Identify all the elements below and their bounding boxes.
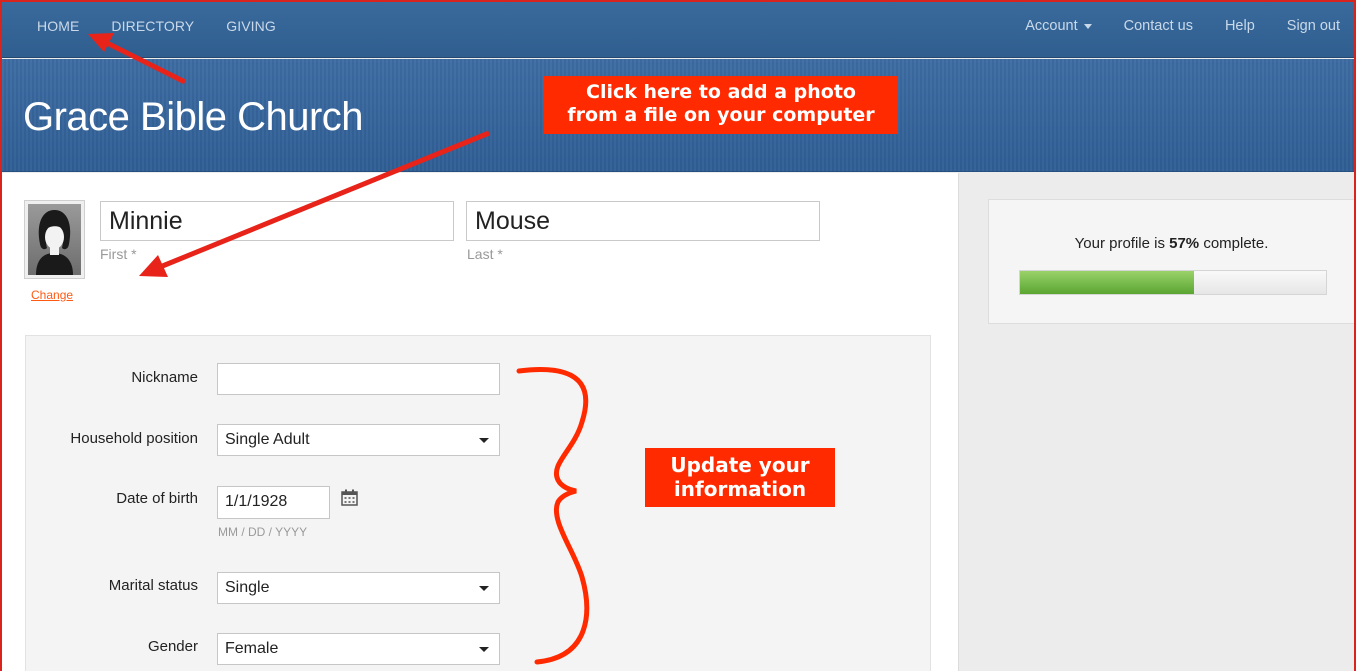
nav-signout[interactable]: Sign out [1287, 18, 1340, 34]
nav-directory[interactable]: DIRECTORY [111, 18, 194, 34]
nav-giving[interactable]: GIVING [226, 18, 276, 34]
avatar-silhouette-icon [28, 204, 81, 275]
chevron-down-icon [1083, 23, 1092, 29]
avatar[interactable] [24, 200, 85, 279]
callout-update-line2: information [673, 477, 807, 501]
nav-home[interactable]: HOME [37, 18, 79, 34]
nickname-input[interactable] [217, 363, 500, 395]
nav-account-menu[interactable]: Account [1025, 18, 1092, 34]
callout-add-photo: Click here to add a photo from a file on… [544, 76, 898, 134]
gender-label: Gender [147, 638, 198, 655]
nav-account-label: Account [1025, 18, 1078, 34]
dropdown-caret-icon [479, 586, 489, 591]
profile-progress-bar [1019, 270, 1327, 295]
completeness-percent: 57% [1169, 235, 1200, 252]
household-label: Household position [70, 430, 198, 447]
callout-photo-line2: from a file on your computer [567, 103, 875, 126]
nav-help[interactable]: Help [1225, 18, 1255, 34]
marital-label: Marital status [108, 577, 198, 594]
last-name-input[interactable]: Mouse [466, 201, 820, 241]
profile-progress-fill [1020, 271, 1195, 294]
dropdown-caret-icon [479, 438, 489, 443]
calendar-icon[interactable] [341, 489, 358, 506]
callout-update-info: Update your information [645, 448, 835, 507]
completeness-prefix: Your profile is [1074, 235, 1170, 252]
gender-select[interactable]: Female [217, 633, 500, 665]
profile-completeness-text: Your profile is 57% complete. [989, 235, 1354, 252]
page-frame: HOME DIRECTORY GIVING Account Contact us… [0, 0, 1356, 671]
first-name-input[interactable]: Minnie [100, 201, 454, 241]
change-photo-link[interactable]: Change [31, 288, 73, 302]
marital-select[interactable]: Single [217, 572, 500, 604]
dob-label: Date of birth [116, 490, 198, 507]
nav-contact[interactable]: Contact us [1124, 18, 1193, 34]
church-title: Grace Bible Church [23, 95, 364, 139]
marital-value: Single [225, 579, 270, 596]
dob-format-hint: MM / DD / YYYY [218, 525, 308, 539]
callout-update-line1: Update your [670, 453, 810, 477]
last-name-hint: Last * [467, 246, 503, 262]
first-name-hint: First * [100, 246, 137, 262]
callout-photo-line1: Click here to add a photo [586, 81, 856, 103]
profile-completeness-box: Your profile is 57% complete. [988, 199, 1354, 324]
gender-value: Female [225, 640, 279, 657]
dropdown-caret-icon [479, 647, 489, 652]
nickname-label: Nickname [131, 369, 198, 386]
dob-input[interactable]: 1/1/1928 [217, 486, 330, 519]
completeness-suffix: complete. [1199, 235, 1269, 252]
household-select[interactable]: Single Adult [217, 424, 500, 456]
top-navbar: HOME DIRECTORY GIVING Account Contact us… [2, 2, 1354, 58]
household-value: Single Adult [225, 431, 310, 448]
